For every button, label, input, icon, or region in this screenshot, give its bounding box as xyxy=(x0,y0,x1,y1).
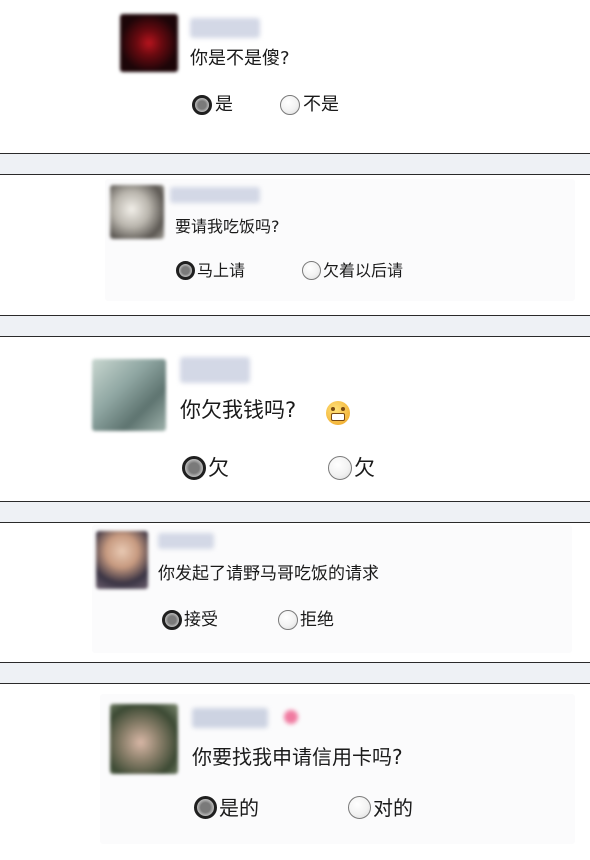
avatar xyxy=(110,704,178,774)
poll-option-1[interactable]: 是 xyxy=(192,95,233,115)
poll-option-1[interactable]: 是的 xyxy=(194,796,259,819)
radio-selected-icon[interactable] xyxy=(182,456,206,480)
username-blurred xyxy=(158,533,214,549)
avatar xyxy=(96,531,148,589)
option-label: 欠着以后请 xyxy=(323,260,404,280)
poll-option-2[interactable]: 欠 xyxy=(328,456,375,480)
separator xyxy=(0,153,590,175)
option-label: 是的 xyxy=(219,795,259,820)
radio-selected-icon[interactable] xyxy=(192,95,212,115)
poll-card-1: 你是不是傻? 是 不是 xyxy=(0,0,590,153)
poll-card-5: 你要找我申请信用卡吗? 是的 对的 xyxy=(0,684,590,860)
radio-unselected-icon[interactable] xyxy=(302,261,321,280)
avatar xyxy=(92,359,166,431)
poll-option-1[interactable]: 接受 xyxy=(162,610,218,630)
poll-question: 你要找我申请信用卡吗? xyxy=(192,745,403,769)
radio-unselected-icon[interactable] xyxy=(328,456,352,480)
poll-card-3: 你欠我钱吗? 欠 欠 xyxy=(0,337,590,501)
poll-option-2[interactable]: 不是 xyxy=(280,95,339,115)
separator xyxy=(0,315,590,337)
radio-selected-icon[interactable] xyxy=(176,261,195,280)
poll-card-4: 你发起了请野马哥吃饭的请求 接受 拒绝 xyxy=(0,523,590,662)
option-label: 接受 xyxy=(184,609,218,630)
poll-option-2[interactable]: 对的 xyxy=(348,796,413,819)
poll-question: 你欠我钱吗? xyxy=(180,398,297,422)
radio-unselected-icon[interactable] xyxy=(280,95,300,115)
poll-option-1[interactable]: 欠 xyxy=(182,456,229,480)
poll-question: 要请我吃饭吗? xyxy=(175,217,280,236)
poll-option-1[interactable]: 马上请 xyxy=(176,261,245,280)
separator xyxy=(0,662,590,684)
avatar xyxy=(110,185,164,239)
poll-question: 你发起了请野马哥吃饭的请求 xyxy=(158,564,379,584)
username-blurred xyxy=(192,708,268,728)
option-label: 马上请 xyxy=(197,260,246,280)
separator xyxy=(0,501,590,523)
username-blurred xyxy=(180,357,250,383)
option-label: 拒绝 xyxy=(300,609,334,630)
poll-option-2[interactable]: 拒绝 xyxy=(278,610,334,630)
poll-option-2[interactable]: 欠着以后请 xyxy=(302,261,403,280)
option-label: 欠 xyxy=(354,455,375,480)
option-label: 对的 xyxy=(373,795,413,820)
radio-selected-icon[interactable] xyxy=(194,796,217,819)
option-label: 不是 xyxy=(303,94,339,115)
radio-unselected-icon[interactable] xyxy=(278,610,298,630)
username-blurred xyxy=(190,18,260,38)
option-label: 欠 xyxy=(208,455,229,480)
poll-card-2: 要请我吃饭吗? 马上请 欠着以后请 xyxy=(0,175,590,315)
grimacing-face-icon xyxy=(326,401,350,425)
heart-icon xyxy=(284,710,298,724)
radio-unselected-icon[interactable] xyxy=(348,796,371,819)
poll-question: 你是不是傻? xyxy=(190,48,290,69)
username-blurred xyxy=(170,187,260,203)
radio-selected-icon[interactable] xyxy=(162,610,182,630)
option-label: 是 xyxy=(215,94,233,115)
avatar xyxy=(120,14,178,72)
